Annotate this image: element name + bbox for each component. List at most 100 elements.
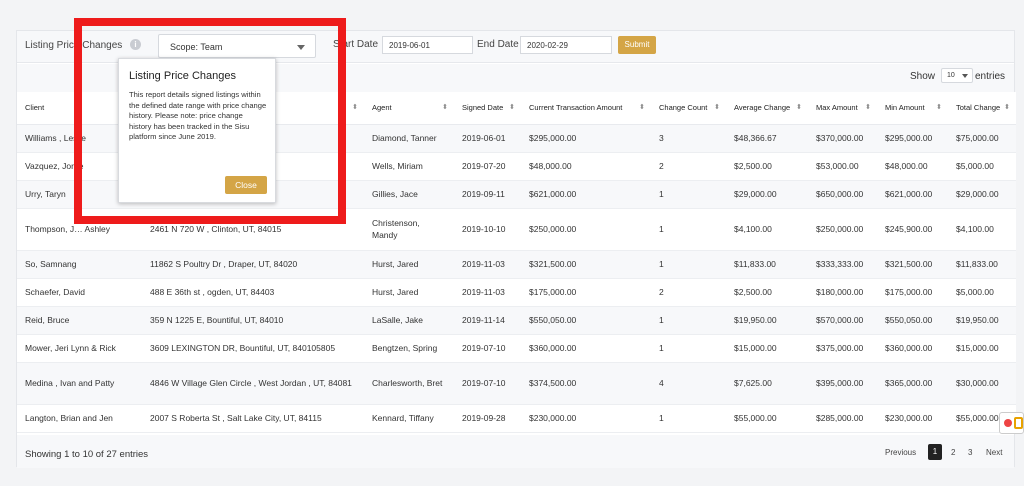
- cell-min-amount: $321,500.00: [877, 250, 948, 279]
- column-header-average-change[interactable]: Average Change ⬍: [726, 92, 808, 125]
- cell-total-change: $29,000.00: [948, 180, 1016, 209]
- cell-current-amount: $250,000.00: [521, 208, 651, 251]
- sort-icon: ⬍: [1004, 104, 1010, 111]
- cell-agent: LaSalle, Jake: [364, 306, 454, 335]
- table-row: Schaefer, David 488 E 36th st , ogden, UT…: [17, 278, 1016, 307]
- sort-icon: ⬍: [352, 104, 358, 111]
- cell-client: So, Samnang: [17, 250, 142, 279]
- cell-change-count: 1: [651, 334, 726, 363]
- show-label: Show: [910, 71, 936, 82]
- column-header-max-amount[interactable]: Max Amount ⬍: [808, 92, 877, 125]
- cell-change-count: 1: [651, 208, 726, 251]
- cell-signed-date: 2019-09-11: [454, 180, 521, 209]
- page-button-2[interactable]: 2: [951, 448, 955, 457]
- cell-max-amount: $333,333.00: [808, 250, 877, 279]
- notification-dot-icon: [1004, 419, 1012, 427]
- cell-current-amount: $374,500.00: [521, 362, 651, 405]
- cell-agent: Hurst, Jared: [364, 250, 454, 279]
- cell-client: Langton, Brian and Jen: [17, 404, 142, 433]
- cell-change-count: 2: [651, 152, 726, 181]
- cell-signed-date: 2019-06-01: [454, 124, 521, 153]
- cell-address: 488 E 36th st , ogden, UT, 84403: [142, 278, 364, 307]
- cell-agent: Christenson, Mandy: [364, 208, 454, 251]
- cell-max-amount: $650,000.00: [808, 180, 877, 209]
- end-date-input[interactable]: 2020-02-29: [520, 36, 612, 54]
- column-header-change-count[interactable]: Change Count ⬍: [651, 92, 726, 125]
- cell-change-count: 2: [651, 278, 726, 307]
- cell-agent: Gillies, Jace: [364, 180, 454, 209]
- column-header-min-amount[interactable]: Min Amount ⬍: [877, 92, 948, 125]
- table-row: Reid, Bruce 359 N 1225 E, Bountiful, UT, …: [17, 306, 1016, 335]
- cell-average-change: $19,950.00: [726, 306, 808, 335]
- cell-client: Mower, Jeri Lynn & Rick: [17, 334, 142, 363]
- cell-change-count: 1: [651, 306, 726, 335]
- cell-max-amount: $285,000.00: [808, 404, 877, 433]
- cell-average-change: $4,100.00: [726, 208, 808, 251]
- entries-length-select[interactable]: 10: [941, 68, 973, 83]
- page-button-3[interactable]: 3: [968, 448, 972, 457]
- cell-total-change: $5,000.00: [948, 278, 1016, 307]
- cell-agent: Bengtzen, Spring: [364, 334, 454, 363]
- cell-total-change: $75,000.00: [948, 124, 1016, 153]
- cell-agent: Diamond, Tanner: [364, 124, 454, 153]
- cell-signed-date: 2019-11-14: [454, 306, 521, 335]
- page-button-1[interactable]: 1: [928, 444, 942, 460]
- sort-icon: ⬍: [442, 104, 448, 111]
- cell-min-amount: $48,000.00: [877, 152, 948, 181]
- cell-average-change: $2,500.00: [726, 278, 808, 307]
- cell-total-change: $5,000.00: [948, 152, 1016, 181]
- cell-signed-date: 2019-09-28: [454, 404, 521, 433]
- submit-button[interactable]: Submit: [618, 36, 656, 54]
- annotation-highlight-box: [74, 18, 346, 224]
- column-header-agent[interactable]: Agent ⬍: [364, 92, 454, 125]
- cell-min-amount: $175,000.00: [877, 278, 948, 307]
- cell-agent: Kennard, Tiffany: [364, 404, 454, 433]
- cell-address: 359 N 1225 E, Bountiful, UT, 84010: [142, 306, 364, 335]
- cell-average-change: $29,000.00: [726, 180, 808, 209]
- cell-client: Schaefer, David: [17, 278, 142, 307]
- entries-label: entries: [975, 71, 1006, 82]
- cell-max-amount: $250,000.00: [808, 208, 877, 251]
- cell-signed-date: 2019-07-20: [454, 152, 521, 181]
- sort-icon: ⬍: [865, 104, 871, 111]
- sort-icon: ⬍: [509, 104, 515, 111]
- cell-current-amount: $175,000.00: [521, 278, 651, 307]
- previous-page-button[interactable]: Previous: [885, 448, 916, 457]
- cell-current-amount: $321,500.00: [521, 250, 651, 279]
- table-footer: Showing 1 to 10 of 27 entries Previous 1…: [17, 435, 1014, 468]
- cell-total-change: $19,950.00: [948, 306, 1016, 335]
- next-page-button[interactable]: Next: [986, 448, 1002, 457]
- chevron-down-icon: [962, 74, 968, 78]
- column-header-current-amount[interactable]: Current Transaction Amount ⬍: [521, 92, 651, 125]
- cell-agent: Wells, Miriam: [364, 152, 454, 181]
- cell-address: 3609 LEXINGTON DR, Bountiful, UT, 840105…: [142, 334, 364, 363]
- entries-length-value: 10: [947, 72, 955, 79]
- column-header-total-change[interactable]: Total Change ⬍: [948, 92, 1016, 125]
- cell-average-change: $48,366.67: [726, 124, 808, 153]
- extension-icon: [1014, 417, 1023, 429]
- cell-agent: Charlesworth, Bret: [364, 362, 454, 405]
- cell-average-change: $2,500.00: [726, 152, 808, 181]
- start-date-input[interactable]: 2019-06-01: [382, 36, 473, 54]
- browser-extension-widget[interactable]: [999, 412, 1024, 434]
- cell-current-amount: $360,000.00: [521, 334, 651, 363]
- cell-total-change: $11,833.00: [948, 250, 1016, 279]
- cell-change-count: 4: [651, 362, 726, 405]
- cell-agent: Hurst, Jared: [364, 278, 454, 307]
- cell-min-amount: $621,000.00: [877, 180, 948, 209]
- cell-max-amount: $180,000.00: [808, 278, 877, 307]
- cell-current-amount: $295,000.00: [521, 124, 651, 153]
- cell-min-amount: $295,000.00: [877, 124, 948, 153]
- cell-signed-date: 2019-10-10: [454, 208, 521, 251]
- cell-max-amount: $395,000.00: [808, 362, 877, 405]
- cell-min-amount: $230,000.00: [877, 404, 948, 433]
- cell-signed-date: 2019-07-10: [454, 362, 521, 405]
- sort-icon: ⬍: [714, 104, 720, 111]
- cell-signed-date: 2019-11-03: [454, 278, 521, 307]
- cell-average-change: $55,000.00: [726, 404, 808, 433]
- cell-current-amount: $550,050.00: [521, 306, 651, 335]
- column-header-signed-date[interactable]: Signed Date ⬍: [454, 92, 521, 125]
- cell-change-count: 1: [651, 404, 726, 433]
- cell-current-amount: $621,000.00: [521, 180, 651, 209]
- cell-total-change: $30,000.00: [948, 362, 1016, 405]
